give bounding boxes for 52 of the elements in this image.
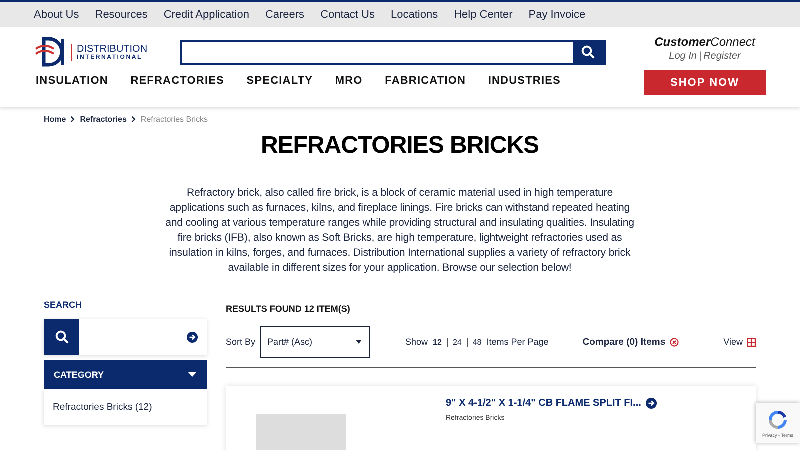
- arrow-right-icon[interactable]: [646, 398, 658, 409]
- per-page-option[interactable]: 48: [472, 338, 482, 346]
- grid-view-icon[interactable]: [747, 338, 756, 346]
- register-link[interactable]: Register: [704, 51, 741, 62]
- compare-link[interactable]: Compare (0) Items: [582, 336, 666, 348]
- search-label: SEARCH: [44, 300, 84, 310]
- search-button[interactable]: [572, 42, 604, 62]
- search-icon: [581, 45, 596, 59]
- separator-text: |: [698, 51, 702, 62]
- per-page-label: Items Per Page: [486, 337, 549, 347]
- category-header[interactable]: CATEGORY: [44, 360, 207, 389]
- chevron-right-icon: [70, 116, 76, 123]
- search-icon: [54, 330, 68, 344]
- main-nav-link[interactable]: MRO: [335, 75, 363, 87]
- results-count: RESULTS FOUND 12 ITEM(S): [226, 304, 352, 314]
- chevron-right-icon: [130, 116, 137, 123]
- arrow-right-icon[interactable]: [187, 332, 198, 342]
- main-nav-link[interactable]: FABRICATION: [385, 75, 466, 87]
- page-title: REFRACTORIES BRICKS: [260, 132, 540, 160]
- sort-dropdown[interactable]: Part# (Asc): [260, 326, 370, 358]
- top-nav-link[interactable]: Contact Us: [320, 8, 375, 20]
- main-nav-link[interactable]: INSULATION: [36, 75, 108, 87]
- search-field[interactable]: [180, 40, 606, 64]
- per-page-option[interactable]: 12: [433, 338, 442, 346]
- show-label: Show: [406, 337, 428, 347]
- product-name[interactable]: 9" X 4-1/2" X 1-1/4" CB FLAME SPLIT FI...: [446, 398, 642, 409]
- category-link[interactable]: Refractories Bricks (12): [53, 402, 152, 413]
- main-nav-link[interactable]: INDUSTRIES: [488, 75, 561, 87]
- breadcrumb-link[interactable]: Refractories: [80, 115, 127, 124]
- top-nav-link[interactable]: Resources: [95, 8, 148, 20]
- breadcrumb-link[interactable]: Home: [44, 115, 66, 124]
- breadcrumb-link[interactable]: Refractories Bricks: [140, 115, 208, 124]
- main-nav-link[interactable]: REFRACTORIES: [130, 75, 224, 87]
- shop-now-button[interactable]: SHOP NOW: [644, 70, 766, 95]
- logo-text: DISTRIBUTION: [77, 44, 148, 54]
- main-nav-link[interactable]: SPECIALTY: [246, 75, 314, 87]
- top-nav-link[interactable]: About Us: [34, 8, 80, 20]
- view-label: View: [724, 337, 743, 347]
- top-nav-link[interactable]: Careers: [265, 8, 305, 20]
- sort-label: Sort By: [226, 337, 256, 347]
- logo-icon: [34, 37, 66, 67]
- login-link[interactable]: Log In: [669, 51, 697, 62]
- clear-icon[interactable]: [670, 338, 679, 346]
- top-nav-link[interactable]: Pay Invoice: [528, 8, 586, 20]
- customer-connect-title: CustomerConnect: [654, 35, 756, 49]
- top-nav-link[interactable]: Credit Application: [164, 8, 250, 20]
- caret-down-icon: [356, 340, 362, 344]
- per-page-option[interactable]: 24: [452, 338, 462, 346]
- top-nav-link[interactable]: Help Center: [454, 8, 513, 20]
- category-description: Refractory brick, also called fire brick, is a block of ceramic material used in high temperature applications such as furnaces, kilns, and fireplace linings. Fire bricks can withstand repeated heating and cooling at various temperature ranges while providing structural and insulating qualities. Insulating fire bricks (IFB), also known as Soft Bricks, are high temperature, lightweight refractories used as insulation in kilns, forges, and furnaces. Distribution International supplies a variety of refractory brick available in different sizes for your application. Browse our selection below!: [164, 186, 636, 276]
- recaptcha-icon: [767, 408, 789, 430]
- top-nav-link[interactable]: Locations: [390, 8, 438, 20]
